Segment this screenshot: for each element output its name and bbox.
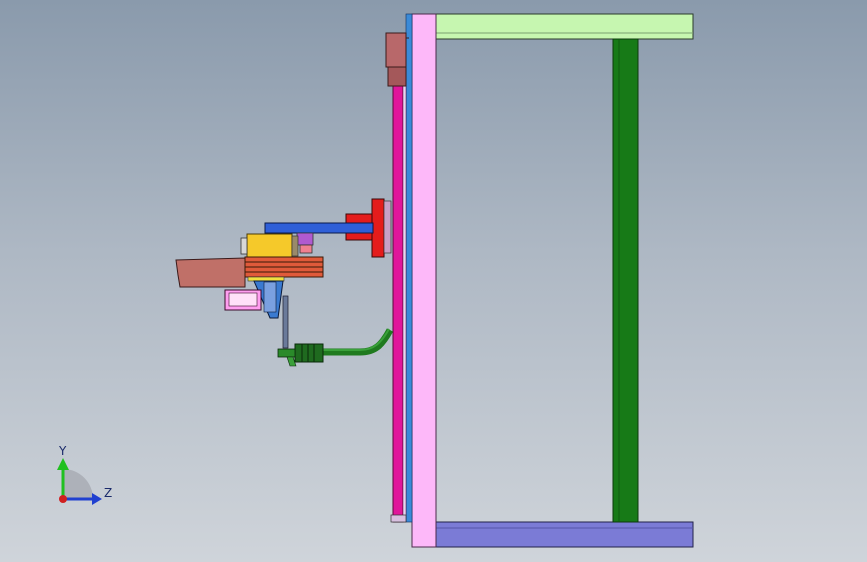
frame-vertical-post[interactable] xyxy=(612,38,639,523)
y-axis-label: Y xyxy=(58,444,67,458)
motor-housing[interactable] xyxy=(246,233,293,259)
arm-clamp xyxy=(296,232,314,246)
rail-cap-lower xyxy=(387,66,407,87)
linear-rail[interactable] xyxy=(392,85,404,523)
main-mounting-plate[interactable] xyxy=(411,13,437,548)
horizontal-arm[interactable] xyxy=(264,222,374,234)
y-axis-arrow xyxy=(57,458,69,470)
hose-fitting[interactable] xyxy=(294,343,324,363)
frame-top-beam[interactable] xyxy=(435,13,694,40)
slide-block-light-base xyxy=(247,276,285,282)
carriage-mount-flange[interactable] xyxy=(371,198,385,258)
sensor-module-window xyxy=(228,292,258,307)
gearbox-housing[interactable] xyxy=(175,257,246,288)
support-rod xyxy=(282,295,289,349)
z-axis-arrow xyxy=(92,493,102,505)
hopper-side-plate xyxy=(263,281,277,313)
linear-rail-inner xyxy=(402,85,407,523)
rail-edge-strip xyxy=(405,13,413,523)
motor-bracket xyxy=(291,235,299,257)
carriage-mount-plate xyxy=(383,200,392,254)
rail-end-foot xyxy=(390,514,407,523)
hose-nozzle xyxy=(277,348,296,358)
frame-bottom-beam[interactable] xyxy=(435,521,694,548)
3d-viewport[interactable]: Y Z xyxy=(0,0,867,562)
triad-quarter-disc xyxy=(63,469,93,499)
cad-model-view[interactable]: Y Z xyxy=(0,0,867,562)
coordinate-triad: Y Z xyxy=(57,444,112,505)
triad-origin xyxy=(59,495,67,503)
arm-clamp-foot xyxy=(299,244,313,254)
rail-cap-block[interactable] xyxy=(385,32,407,68)
z-axis-label: Z xyxy=(104,486,112,500)
motor-end-plate xyxy=(240,237,248,255)
